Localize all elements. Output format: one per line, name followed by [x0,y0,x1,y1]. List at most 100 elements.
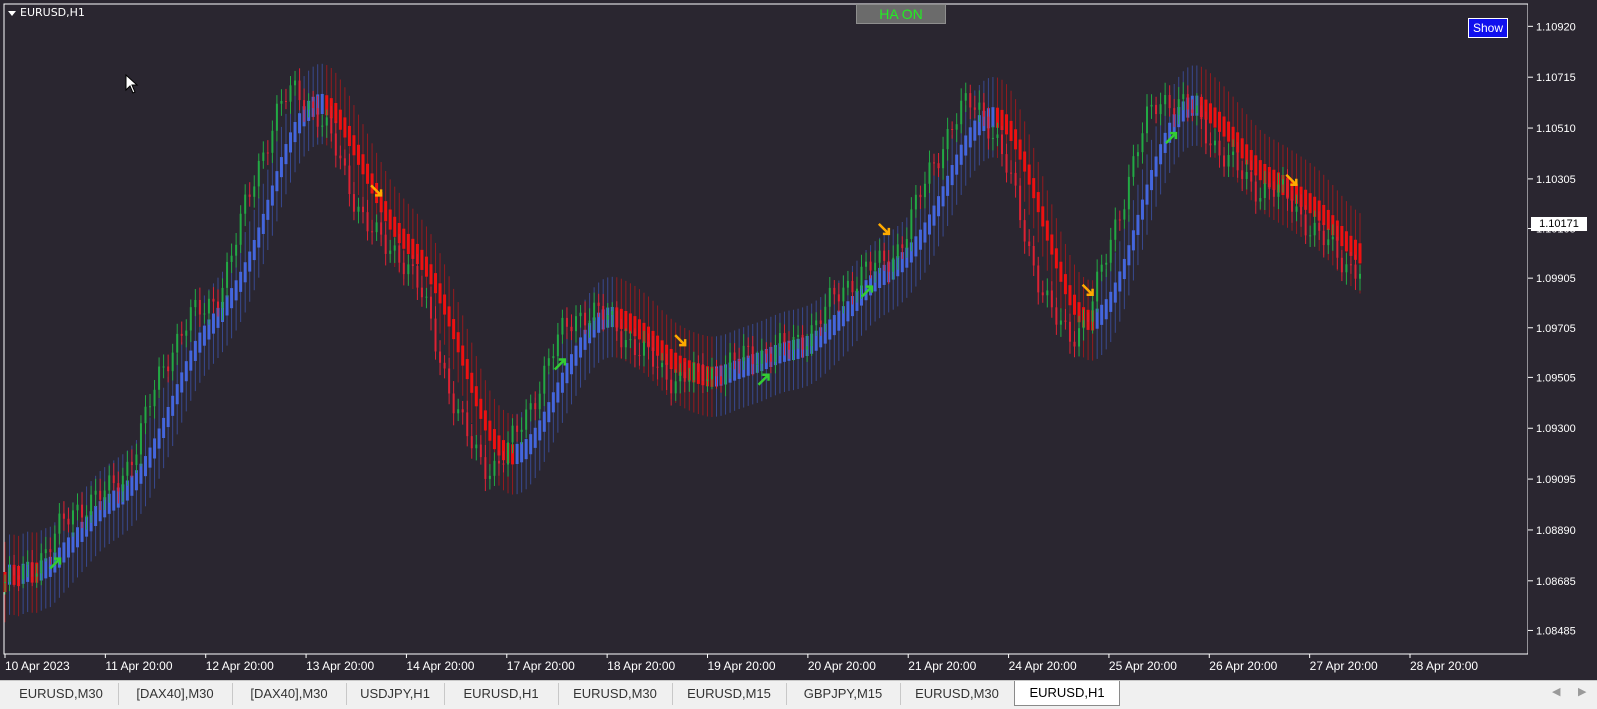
candle-body [294,80,297,86]
time-axis-label: 26 Apr 20:00 [1209,659,1277,673]
candle-body [1005,154,1008,173]
candle-body [769,353,772,362]
candle-body [26,562,29,565]
candle-body [1173,108,1176,115]
sell-arrow-icon [877,223,891,236]
candle-body [207,298,210,314]
candle-body [715,368,718,377]
candle-body [1340,257,1343,273]
candle-body [511,425,514,443]
tab-scroll-right-icon[interactable]: ▶ [1578,685,1586,698]
candle-body [239,213,242,245]
candle-body [71,510,74,525]
chart-tab[interactable]: GBPJPY,M15 [786,683,901,705]
candle-body [185,330,188,336]
candle-body [846,280,849,288]
candle-body [289,85,292,102]
candle-body [22,564,25,580]
candle-body [670,379,673,394]
chart-tab[interactable]: EURUSD,H1 [1014,681,1120,706]
candle-body [357,206,360,212]
candle-body [978,102,981,110]
candle-body [751,346,754,365]
candle-body [756,363,759,365]
chart-tab[interactable]: [DAX40],M30 [232,683,347,705]
time-axis-label: 17 Apr 20:00 [507,659,575,673]
candle-body [257,160,260,187]
chart-area[interactable]: 1.109201.107151.105101.103051.101051.099… [0,0,1597,680]
candle-body [461,409,464,413]
candle-body [1200,105,1203,120]
tab-scroll-left-icon[interactable]: ◀ [1552,685,1560,698]
chart-tab[interactable]: EURUSD,M30 [558,683,673,705]
candle-body [1109,239,1112,263]
chart-tab[interactable]: EURUSD,M15 [672,683,787,705]
time-axis-label: 24 Apr 20:00 [1009,659,1077,673]
candle-body [230,255,233,262]
chart-tab[interactable]: EURUSD,H1 [444,683,559,705]
candle-body [271,130,274,153]
candle-body [1073,341,1076,347]
candle-body [724,367,727,385]
candle-body [1245,172,1248,179]
candle-body [1309,235,1312,237]
candle-body [647,341,650,348]
ha-toggle-button[interactable]: HA ON [856,4,946,24]
candle-body [402,262,405,275]
chart-tab[interactable]: [DAX40],M30 [118,683,233,705]
candle-body [1046,290,1049,296]
candle-body [615,311,618,332]
candle-body [171,352,174,372]
candle-body [275,103,278,131]
candle-body [253,186,256,197]
chart-tab-bar: EURUSD,M30 [DAX40],M30 [DAX40],M30 USDJPY,H… [0,680,1597,709]
candle-body [4,582,6,584]
time-axis-label: 20 Apr 20:00 [808,659,876,673]
candle-body [1259,198,1262,202]
dropdown-triangle-icon[interactable] [8,10,16,16]
candle-body [167,366,170,372]
price-chart[interactable]: 1.109201.107151.105101.103051.101051.099… [0,0,1597,680]
candle-body [44,549,47,554]
candle-body [457,409,460,414]
candle-body [434,318,437,352]
chart-tab[interactable]: USDJPY,H1 [346,683,445,705]
sell-arrow-icon [1081,283,1094,296]
candle-body [679,372,682,382]
candle-body [176,333,179,353]
candle-body [1300,206,1303,215]
candle-body [1141,133,1144,153]
candle-body [942,149,945,169]
candle-body [443,362,446,369]
candle-body [62,513,65,519]
show-button[interactable]: Show [1468,18,1508,38]
price-axis-label: 1.08890 [1536,525,1576,537]
candle-body [874,262,877,271]
candle-body [987,116,990,139]
price-axis-label: 1.10305 [1536,174,1576,186]
candle-body [851,280,854,293]
candle-body [824,306,827,324]
chart-tab[interactable]: EURUSD,M30 [4,683,119,705]
candle-body [407,264,410,275]
candle-body [706,379,709,382]
candle-body [1209,143,1212,146]
candle-body [35,573,38,577]
candle-body [339,155,342,159]
candle-body [742,345,745,362]
candle-body [1182,94,1185,100]
candle-body [1254,181,1257,202]
candle-body [429,296,432,319]
chart-tab[interactable]: EURUSD,M30 [900,683,1015,705]
candle-body [593,302,596,321]
candle-body [552,356,555,359]
candle-body [556,334,559,357]
candle-body [629,339,632,341]
candle-body [787,343,790,350]
chart-symbol-title[interactable]: EURUSD,H1 [8,6,85,20]
candle-body [1268,183,1271,189]
candle-body [516,425,519,432]
candle-body [99,490,102,500]
candle-body [1010,172,1013,174]
candle-body [1168,95,1171,109]
